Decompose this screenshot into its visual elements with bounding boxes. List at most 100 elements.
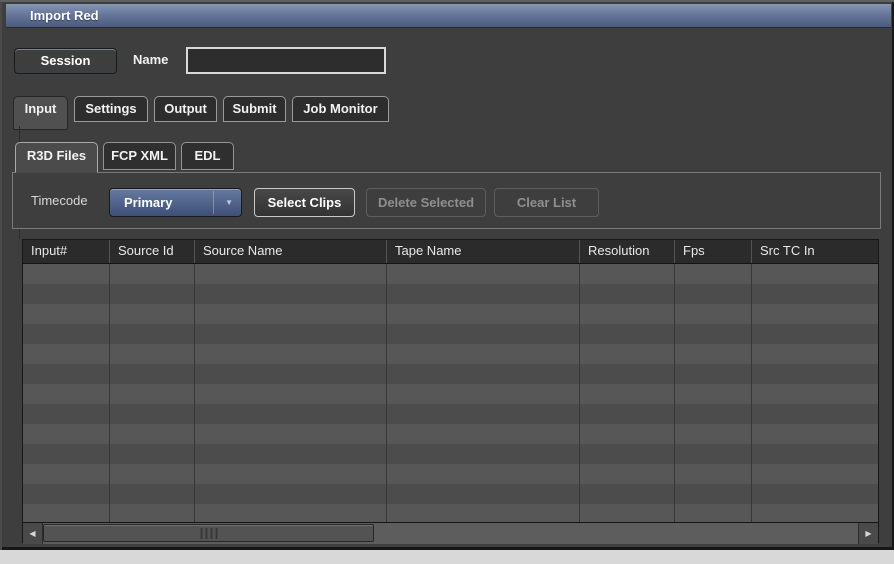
table-row[interactable] [23,384,878,404]
table-row[interactable] [23,464,878,484]
table-cell [751,364,878,384]
name-input[interactable] [186,47,386,74]
timecode-label: Timecode [31,173,88,228]
table-cell [386,304,579,324]
table-header: Input# Source Id Source Name Tape Name R… [23,240,878,264]
select-clips-button[interactable]: Select Clips [254,188,355,217]
table-cell [386,264,579,284]
table-cell [579,264,674,284]
table-cell [674,384,751,404]
table-cell [579,404,674,424]
table-row[interactable] [23,504,878,522]
table-cell [194,304,386,324]
tab-fcp-xml[interactable]: FCP XML [103,142,176,170]
table-cell [194,504,386,522]
table-cell [109,344,194,364]
table-cell [579,284,674,304]
table-cell [674,284,751,304]
table-cell [674,324,751,344]
table-row[interactable] [23,424,878,444]
table-cell [23,304,109,324]
tab-output[interactable]: Output [154,96,217,122]
scrollbar-grip-icon [200,528,217,539]
timecode-dropdown[interactable]: Primary ▼ [109,188,242,217]
table-cell [23,424,109,444]
table-cell [109,484,194,504]
scroll-right-button[interactable]: ▶ [858,523,878,544]
table-cell [751,444,878,464]
scrollbar-thumb[interactable] [43,524,374,542]
table-row[interactable] [23,284,878,304]
table-cell [751,404,878,424]
scroll-left-button[interactable]: ◀ [23,523,43,544]
table-cell [194,384,386,404]
tab-r3d-files[interactable]: R3D Files [15,142,98,173]
tab-settings[interactable]: Settings [74,96,148,122]
clear-list-button[interactable]: Clear List [494,188,599,217]
scroll-right-icon: ▶ [865,529,871,538]
column-header-src-tc-in[interactable]: Src TC In [751,240,878,263]
table-cell [109,284,194,304]
table-cell [109,464,194,484]
table-row[interactable] [23,364,878,384]
table-cell [579,464,674,484]
table-cell [386,404,579,424]
table-row[interactable] [23,404,878,424]
session-button[interactable]: Session [14,48,117,74]
import-red-window: Import Red Session Name Input Settings O… [0,0,894,550]
r3d-toolbar: Timecode Primary ▼ Select Clips Delete S… [12,172,881,229]
delete-selected-button[interactable]: Delete Selected [366,188,486,217]
table-cell [23,444,109,464]
table-cell [751,304,878,324]
column-header-source-id[interactable]: Source Id [109,240,194,263]
title-bar[interactable]: Import Red [6,4,891,28]
table-cell [386,364,579,384]
table-cell [674,304,751,324]
dropdown-arrow-icon: ▼ [225,189,233,216]
dropdown-divider [213,191,214,214]
table-cell [23,464,109,484]
table-cell [23,284,109,304]
table-cell [194,484,386,504]
tab-input[interactable]: Input [13,96,68,130]
table-cell [674,444,751,464]
table-cell [386,484,579,504]
column-header-resolution[interactable]: Resolution [579,240,674,263]
column-header-tape-name[interactable]: Tape Name [386,240,579,263]
table-cell [579,424,674,444]
table-row[interactable] [23,344,878,364]
table-cell [194,424,386,444]
table-row[interactable] [23,484,878,504]
table-cell [386,424,579,444]
table-cell [194,444,386,464]
table-cell [579,344,674,364]
table-row[interactable] [23,444,878,464]
table-cell [751,464,878,484]
column-header-input[interactable]: Input# [23,240,109,263]
table-cell [23,364,109,384]
timecode-dropdown-value: Primary [124,189,172,216]
table-cell [109,304,194,324]
table-cell [674,344,751,364]
table-cell [109,424,194,444]
table-row[interactable] [23,324,878,344]
table-cell [23,344,109,364]
column-header-fps[interactable]: Fps [674,240,751,263]
tab-job-monitor[interactable]: Job Monitor [292,96,389,122]
table-body[interactable] [23,264,878,522]
table-cell [194,464,386,484]
screen: Import Red Session Name Input Settings O… [0,0,894,564]
table-cell [674,264,751,284]
table-row[interactable] [23,304,878,324]
tab-submit[interactable]: Submit [223,96,286,122]
tab-edl[interactable]: EDL [181,142,234,170]
horizontal-scrollbar[interactable]: ◀ ▶ [23,522,878,544]
column-header-source-name[interactable]: Source Name [194,240,386,263]
table-cell [579,384,674,404]
table-cell [751,324,878,344]
table-row[interactable] [23,264,878,284]
table-cell [109,504,194,522]
table-cell [751,484,878,504]
table-cell [751,264,878,284]
clip-table: Input# Source Id Source Name Tape Name R… [22,239,879,543]
